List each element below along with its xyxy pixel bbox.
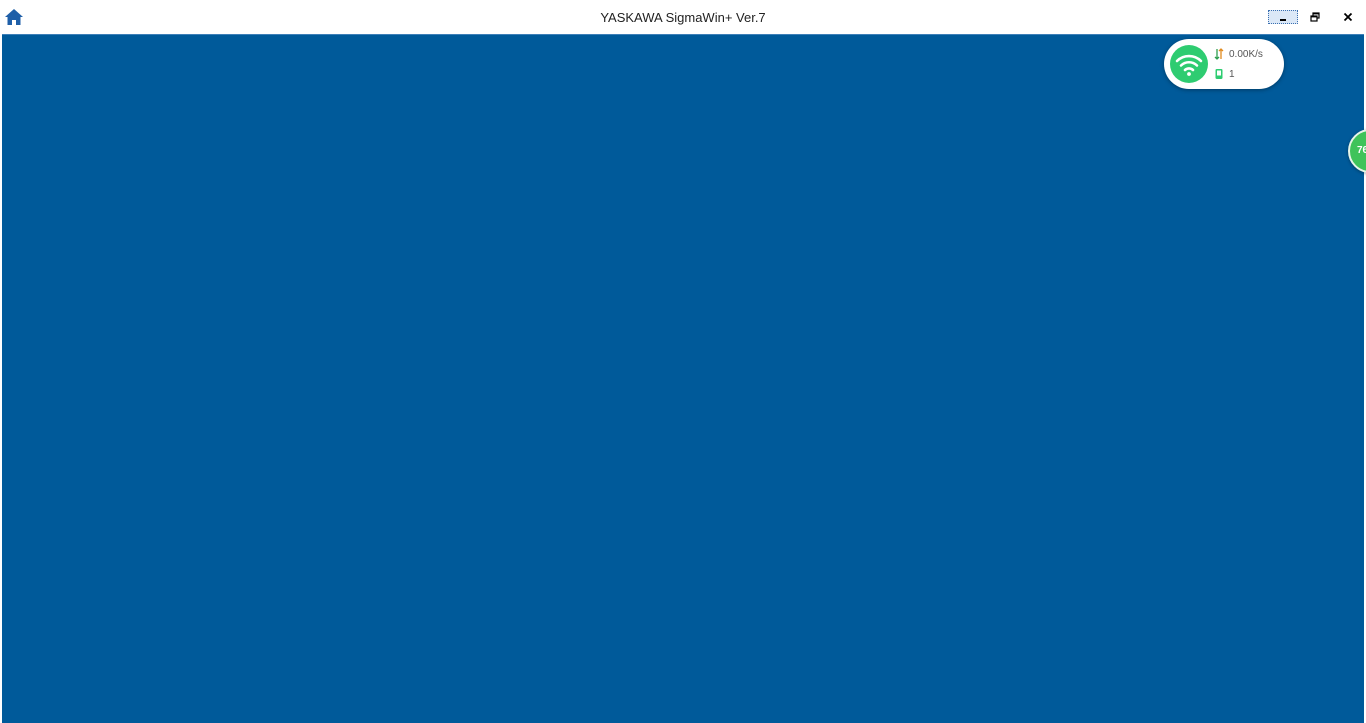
main-workspace[interactable] <box>2 34 1364 723</box>
minimize-button[interactable] <box>1268 10 1298 24</box>
title-bar[interactable]: YASKAWA SigmaWin+ Ver.7 <box>0 0 1366 34</box>
wifi-icon <box>1175 54 1203 76</box>
network-speed-text: 0.00K/s <box>1229 48 1263 60</box>
close-button[interactable] <box>1332 6 1364 28</box>
home-button[interactable] <box>4 7 24 27</box>
window-clip: YASKAWA SigmaWin+ Ver.7 0.00K/s 1 76 <box>0 0 1366 723</box>
window-title: YASKAWA SigmaWin+ Ver.7 <box>600 10 766 25</box>
close-icon <box>1343 12 1353 22</box>
home-icon <box>5 9 23 25</box>
updown-arrows-icon <box>1214 48 1224 60</box>
restore-icon <box>1310 12 1320 22</box>
app-window: YASKAWA SigmaWin+ Ver.7 0.00K/s 1 76 <box>0 0 1366 723</box>
speed-row: 0.00K/s <box>1214 47 1263 61</box>
device-count-text: 1 <box>1229 68 1235 80</box>
side-widget-value: 76 <box>1357 145 1366 156</box>
phone-icon <box>1215 69 1223 79</box>
restore-button[interactable] <box>1299 6 1331 28</box>
minimize-icon <box>1280 19 1286 21</box>
wifi-button[interactable] <box>1170 45 1208 83</box>
device-count-row: 1 <box>1214 67 1235 81</box>
